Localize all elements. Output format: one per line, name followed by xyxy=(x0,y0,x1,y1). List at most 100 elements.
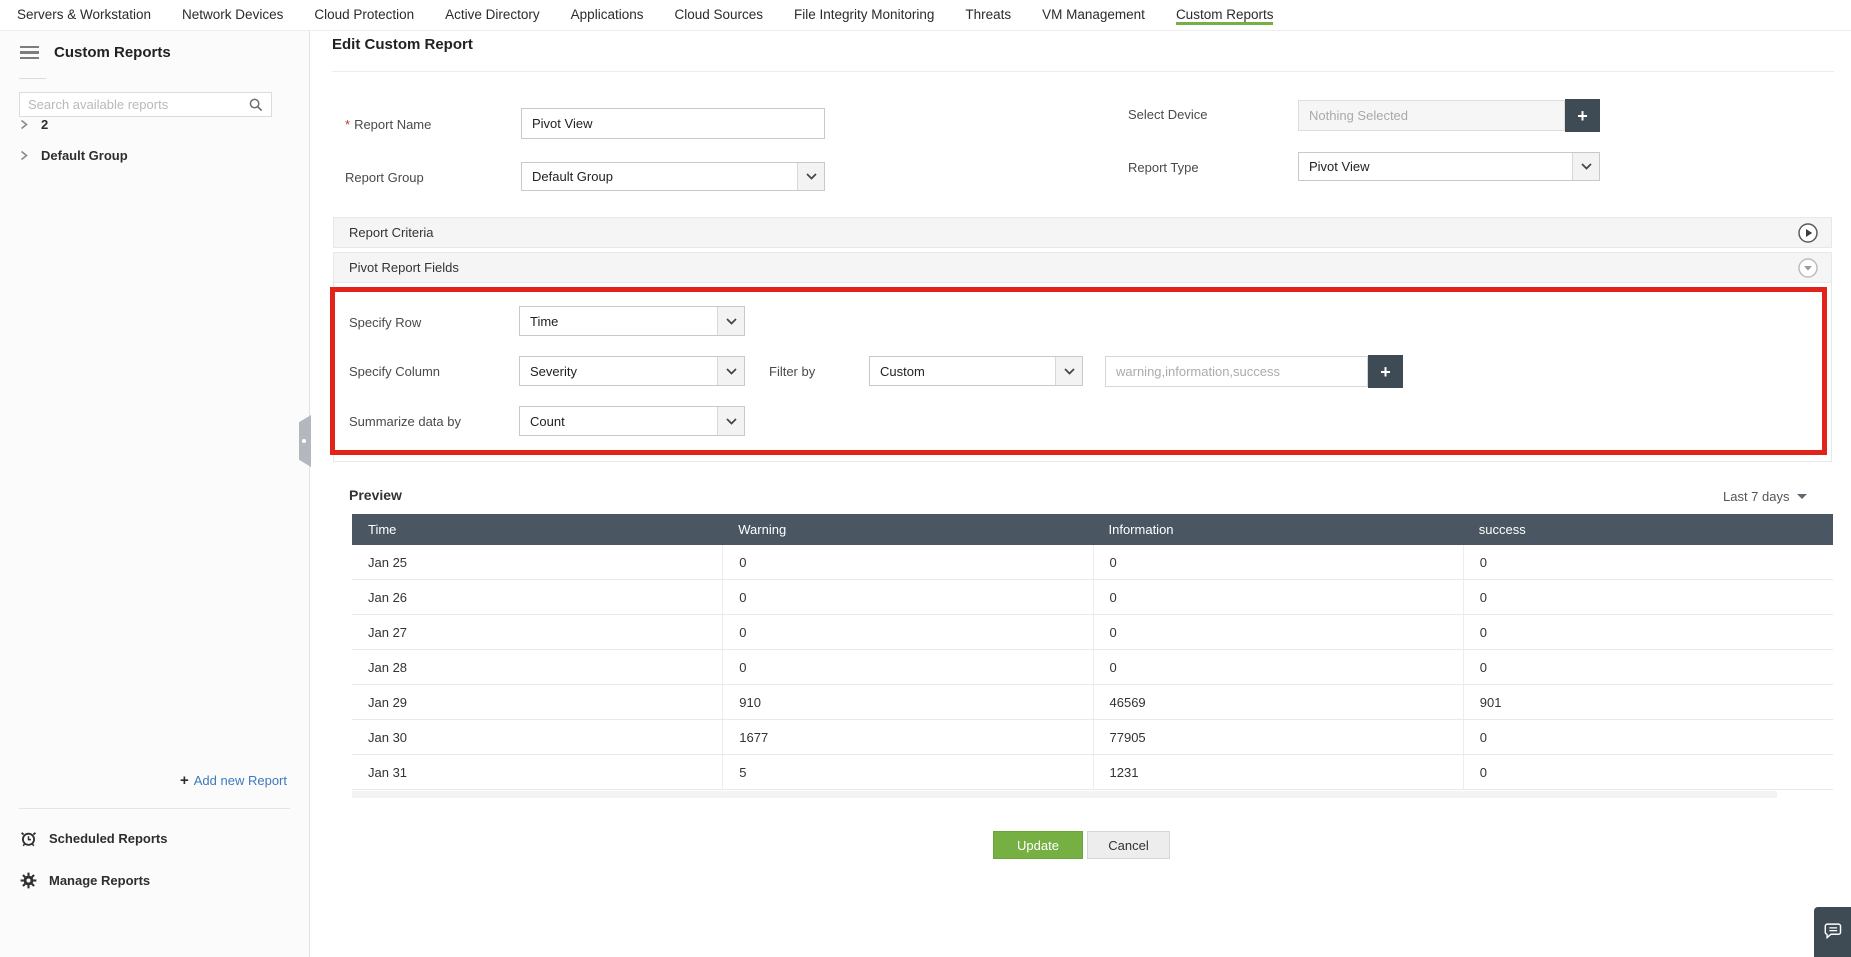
table-cell: Jan 31 xyxy=(368,764,408,780)
clock-icon xyxy=(20,832,37,847)
nav-item-vm-management[interactable]: VM Management xyxy=(1042,0,1145,30)
date-range-dropdown[interactable]: Last 7 days xyxy=(1723,489,1807,504)
table-cell: 0 xyxy=(1462,650,1833,684)
report-search-box xyxy=(19,92,272,117)
chevron-down-icon xyxy=(1572,153,1599,180)
nav-item-custom-reports[interactable]: Custom Reports xyxy=(1175,0,1273,30)
nav-item-cloud-protection[interactable]: Cloud Protection xyxy=(314,0,414,30)
caret-down-icon xyxy=(1796,494,1807,499)
table-cell: Jan 25 xyxy=(368,554,408,570)
table-cell: 0 xyxy=(1462,545,1833,579)
nav-item-network-devices[interactable]: Network Devices xyxy=(182,0,283,30)
cancel-button[interactable]: Cancel xyxy=(1087,831,1170,859)
summarize-select[interactable]: Count xyxy=(519,406,745,436)
required-asterisk: * xyxy=(345,117,351,132)
filter-by-value: Custom xyxy=(880,363,925,379)
section-report-criteria-label: Report Criteria xyxy=(349,225,434,240)
filter-values-input[interactable] xyxy=(1105,356,1368,387)
chat-icon xyxy=(1824,923,1841,940)
add-device-button[interactable]: + xyxy=(1565,99,1600,132)
nav-item-file-integrity-monitoring[interactable]: File Integrity Monitoring xyxy=(794,0,934,30)
table-cell: 0 xyxy=(722,545,1092,579)
report-group-value: Default Group xyxy=(532,169,613,184)
table-cell: 1231 xyxy=(1092,755,1463,789)
report-group-label: Report Group xyxy=(345,170,424,185)
plus-icon: + xyxy=(180,772,189,789)
select-device-label: Select Device xyxy=(1128,107,1208,122)
tree-item-default-group[interactable]: Default Group xyxy=(20,148,128,163)
summarize-label: Summarize data by xyxy=(349,414,461,429)
tree-item-2[interactable]: 2 xyxy=(20,117,48,132)
specify-row-label: Specify Row xyxy=(349,315,422,330)
preview-table: Time Warning Information success Jan 25 … xyxy=(352,514,1833,790)
preview-title: Preview xyxy=(349,487,402,503)
expand-circle-icon[interactable] xyxy=(1797,222,1819,244)
update-button[interactable]: Update xyxy=(993,831,1083,859)
section-pivot-report-fields[interactable]: Pivot Report Fields xyxy=(334,253,1831,283)
header-cell: Warning xyxy=(738,522,787,537)
top-nav: Servers & Workstation Network Devices Cl… xyxy=(0,0,1851,31)
report-group-select[interactable]: Default Group xyxy=(521,162,825,191)
table-cell: 0 xyxy=(1092,615,1463,649)
table-cell: 0 xyxy=(1462,755,1833,789)
specify-row-select[interactable]: Time xyxy=(519,306,745,336)
tree-item-label: 2 xyxy=(41,117,49,132)
section-report-criteria[interactable]: Report Criteria xyxy=(333,217,1832,248)
table-cell: Jan 29 xyxy=(368,694,408,710)
table-cell: 0 xyxy=(1092,545,1463,579)
chevron-down-icon xyxy=(717,307,744,335)
table-cell: 0 xyxy=(1462,580,1833,614)
scheduled-reports-label: Scheduled Reports xyxy=(49,831,168,846)
chat-button[interactable] xyxy=(1814,907,1851,957)
manage-reports-label: Manage Reports xyxy=(49,873,151,888)
report-name-input[interactable] xyxy=(521,108,825,139)
table-cell: 0 xyxy=(722,580,1092,614)
hamburger-icon[interactable] xyxy=(20,46,39,59)
table-row: Jan 25 0 0 0 xyxy=(352,545,1833,580)
add-new-report-link[interactable]: + Add new Report xyxy=(180,772,287,789)
nav-item-active-directory[interactable]: Active Directory xyxy=(445,0,540,30)
chevron-down-icon xyxy=(797,163,824,190)
nav-item-applications[interactable]: Applications xyxy=(571,0,644,30)
report-type-select[interactable]: Pivot View xyxy=(1298,152,1600,181)
section-pivot-report-fields-label: Pivot Report Fields xyxy=(349,260,459,275)
specify-row-value: Time xyxy=(530,313,559,329)
table-cell: 1677 xyxy=(722,720,1092,754)
table-row: Jan 28 0 0 0 xyxy=(352,650,1833,685)
specify-column-select[interactable]: Severity xyxy=(519,356,745,386)
select-device-input[interactable] xyxy=(1298,100,1565,131)
specify-column-value: Severity xyxy=(530,363,577,379)
table-cell: 0 xyxy=(1462,615,1833,649)
filter-by-select[interactable]: Custom xyxy=(869,356,1083,386)
report-type-value: Pivot View xyxy=(1309,159,1370,174)
table-row: Jan 30 1677 77905 0 xyxy=(352,720,1833,755)
add-filter-button[interactable]: + xyxy=(1368,355,1403,388)
sidebar-title: Custom Reports xyxy=(54,44,171,61)
chevron-down-icon xyxy=(717,357,744,385)
chevron-down-icon xyxy=(717,407,744,435)
nav-item-threats[interactable]: Threats xyxy=(965,0,1011,30)
sidebar-collapse-handle[interactable] xyxy=(299,415,311,467)
chevron-down-icon xyxy=(1055,357,1082,385)
manage-reports-item[interactable]: Manage Reports xyxy=(20,872,150,889)
divider xyxy=(332,71,1834,72)
nav-item-servers-workstation[interactable]: Servers & Workstation xyxy=(17,0,151,30)
table-cell: 0 xyxy=(1092,580,1463,614)
page-title: Edit Custom Report xyxy=(332,36,473,53)
scheduled-reports-item[interactable]: Scheduled Reports xyxy=(20,830,167,847)
table-row: Jan 27 0 0 0 xyxy=(352,615,1833,650)
divider xyxy=(19,808,290,809)
table-cell: 0 xyxy=(722,650,1092,684)
sidebar: Custom Reports 2 Default Group + Add new … xyxy=(0,31,310,957)
table-cell: 910 xyxy=(722,685,1092,719)
search-icon[interactable] xyxy=(249,98,263,112)
tree-item-label: Default Group xyxy=(41,148,128,163)
table-cell: Jan 27 xyxy=(368,624,408,640)
table-cell: 5 xyxy=(722,755,1092,789)
report-search-input[interactable] xyxy=(28,97,249,112)
filter-by-label: Filter by xyxy=(769,364,816,379)
nav-item-cloud-sources[interactable]: Cloud Sources xyxy=(674,0,763,30)
table-cell: Jan 26 xyxy=(368,589,408,605)
collapse-circle-icon[interactable] xyxy=(1797,257,1819,279)
table-cell: 0 xyxy=(1462,720,1833,754)
